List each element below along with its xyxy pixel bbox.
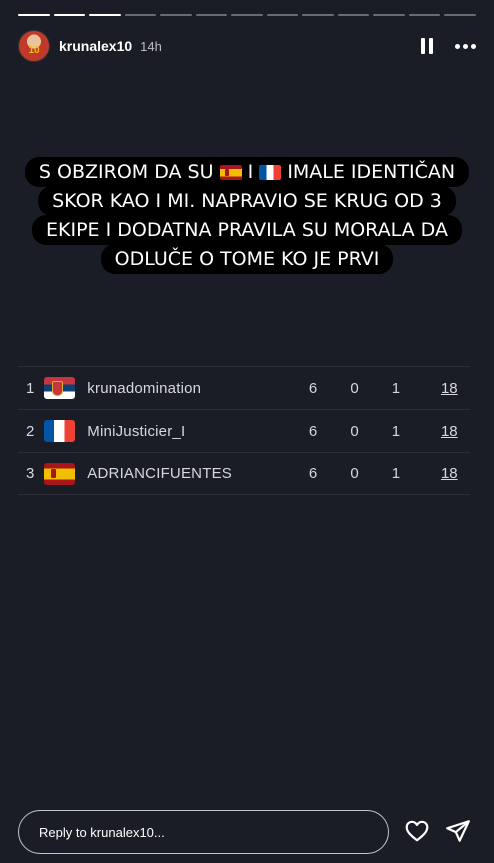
story-caption: S OBZIROM DA SU I IMALE IDENTIČAN SKOR K… [0, 157, 494, 274]
team-name: krunadomination [87, 379, 202, 397]
caption-line: EKIPE I DODATNA PRAVILA SU MORALA DA [32, 215, 462, 245]
avatar-jersey-number: 10 [28, 45, 40, 56]
draws: 0 [350, 379, 359, 397]
reply-input[interactable]: Reply to krunalex10... [18, 810, 389, 854]
team-name: MiniJusticier_I [87, 422, 186, 440]
send-icon[interactable] [445, 818, 471, 844]
team-name: ADRIANCIFUENTES [87, 465, 232, 482]
progress-segment [195, 14, 228, 16]
rank: 1 [26, 379, 35, 397]
losses: 1 [391, 422, 401, 440]
france-flag-icon [43, 420, 76, 442]
progress-segment [408, 14, 441, 16]
caption-line: S OBZIROM DA SU I IMALE IDENTIČAN [24, 157, 470, 187]
caption-text: I [247, 161, 254, 183]
caption-text: S OBZIROM DA SU [38, 161, 214, 183]
progress-segment [53, 14, 86, 16]
username-link[interactable]: krunalex10 [59, 38, 132, 54]
reply-placeholder: Reply to krunalex10... [39, 824, 165, 840]
table-row: 3 ADRIANCIFUENTES 6 0 1 18 [18, 452, 470, 495]
losses: 1 [391, 465, 401, 482]
progress-segment [231, 14, 263, 16]
progress-segment [266, 14, 299, 16]
post-time: 14h [140, 38, 162, 54]
rank: 2 [26, 422, 35, 440]
caption-line: ODLUČE O TOME KO JE PRVI [100, 244, 394, 274]
progress-segment [18, 14, 50, 16]
progress-segment [337, 14, 370, 16]
progress-segment [444, 14, 476, 16]
story-header: 10 krunalex10 14h [18, 30, 476, 62]
story-progress-bar [18, 14, 476, 16]
losses: 1 [391, 379, 401, 397]
spain-flag-icon [219, 165, 242, 180]
pause-icon[interactable] [421, 38, 435, 54]
points: 18 [440, 465, 458, 482]
wins: 6 [308, 465, 318, 482]
more-options-icon[interactable] [455, 43, 476, 49]
standings-table: 1 krunadomination 6 0 1 18 2 MiniJustici… [18, 366, 470, 495]
progress-segment [373, 14, 405, 16]
caption-line: SKOR KAO I MI. NAPRAVIO SE KRUG OD 3 [38, 186, 456, 216]
points: 18 [440, 379, 458, 397]
progress-segment [160, 14, 192, 16]
avatar[interactable]: 10 [18, 30, 50, 62]
progress-segment [302, 14, 334, 16]
table-row: 2 MiniJusticier_I 6 0 1 18 [18, 409, 470, 452]
heart-icon[interactable] [404, 818, 430, 844]
story-viewer: 10 krunalex10 14h S OBZIROM DA SU I IMAL… [0, 0, 494, 863]
progress-segment [124, 14, 157, 16]
points: 18 [440, 422, 458, 440]
draws: 0 [350, 422, 359, 440]
france-flag-icon [259, 165, 282, 180]
progress-segment [89, 14, 121, 16]
serbia-flag-icon [43, 377, 76, 399]
table-row: 1 krunadomination 6 0 1 18 [18, 366, 470, 409]
draws: 0 [350, 465, 359, 482]
caption-text: IMALE IDENTIČAN [287, 161, 456, 183]
wins: 6 [308, 422, 318, 440]
wins: 6 [308, 379, 318, 397]
spain-flag-icon [43, 462, 76, 485]
rank: 3 [26, 465, 35, 482]
